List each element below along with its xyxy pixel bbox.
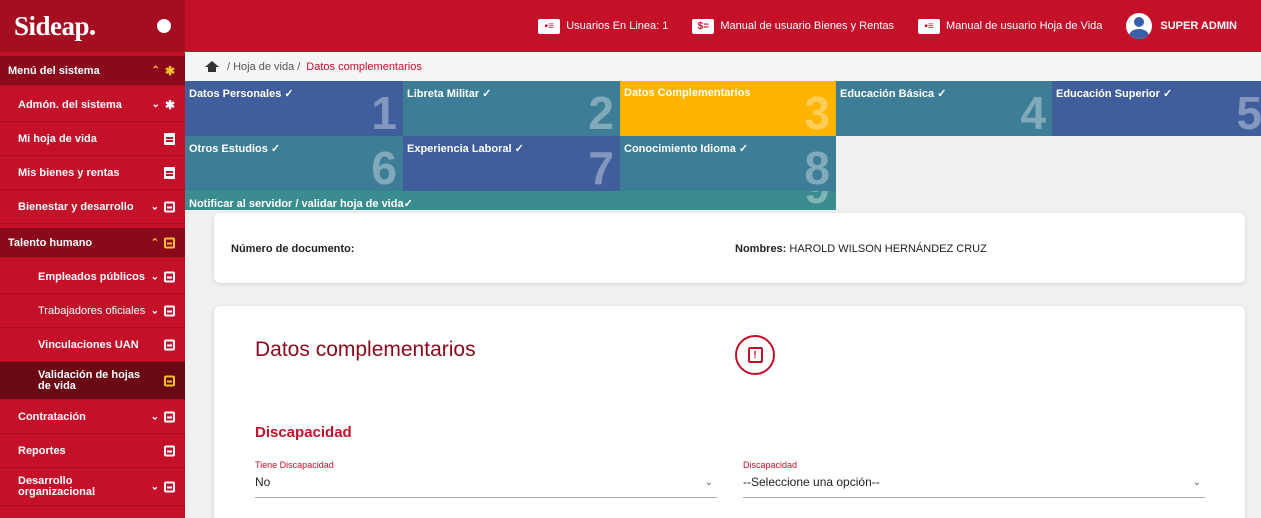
home-icon[interactable] [205,61,219,72]
step-educacion-superior[interactable]: Educación Superior ✓ 5 [1052,81,1261,136]
breadcrumb-current: Datos complementarios [306,60,422,73]
sidebar-item-vinculaciones-uan[interactable]: Vinculaciones UAN [0,328,185,362]
calendar-icon [164,201,175,212]
chevron-down-icon: ⌄ [150,305,159,316]
user-menu[interactable]: SUPER ADMIN [1126,13,1237,39]
sidebar-item-reportes[interactable]: Reportes [0,434,185,468]
step-datos-personales[interactable]: Datos Personales ✓ 1 [185,81,403,136]
section-title-discapacidad: Discapacidad [255,424,352,441]
chevron-down-icon: ⌄ [150,481,159,492]
chevron-down-icon: ⌄ [1192,477,1201,488]
online-users-link[interactable]: ▪≡ Usuarios En Linea: 1 [538,18,668,34]
id-card-icon: ▪≡ [538,18,561,34]
wizard-steps: Datos Personales ✓ 1 Libreta Militar ✓ 2 D… [185,81,1261,210]
document-icon [164,166,175,179]
calendar-icon [164,271,175,282]
step-otros-estudios[interactable]: Otros Estudios ✓ 6 [185,136,403,191]
names-value: HAROLD WILSON HERNÁNDEZ CRUZ [786,243,987,255]
main-content: / Hoja de vida / Datos complementarios D… [185,52,1261,518]
chevron-down-icon: ⌄ [150,271,159,282]
calendar-icon [164,339,175,350]
sidebar-item-empleados-publicos[interactable]: Empleados públicos ⌄ [0,260,185,294]
document-info-card: Número de documento: Nombres: HAROLD WIL… [214,213,1245,283]
chevron-up-icon: ⌃ [150,237,159,248]
chevron-down-icon: ⌄ [704,477,713,488]
sidebar-item-talento-humano[interactable]: Talento humano ⌃ [0,228,185,258]
gear-icon: ✱ [164,97,175,112]
step-datos-complementarios[interactable]: Datos Complementarios 3 [620,81,836,136]
sidebar: Menú del sistema ⌃ ✱ Admón. del sistema ⌄… [0,52,185,518]
breadcrumb-parent[interactable]: Hoja de vida [233,61,294,73]
gear-icon: ✱ [164,63,175,78]
manual-bienes-rentas-link[interactable]: $= Manual de usuario Bienes y Rentas [692,18,894,34]
sidebar-item-contratacion[interactable]: Contratación ⌄ [0,400,185,434]
chevron-down-icon: ⌄ [150,201,159,212]
sidebar-item-admon-sistema[interactable]: Admón. del sistema ⌄ ✱ [0,88,185,122]
avatar [1126,13,1153,39]
calendar-icon [164,237,175,248]
calendar-icon [164,305,175,316]
alert-icon[interactable]: ! [735,335,775,375]
logo[interactable]: Sideap [14,11,96,42]
calendar-icon [164,375,175,386]
page-title: Datos complementarios [255,338,476,361]
top-bar: Sideap ▪≡ Usuarios En Linea: 1 $= Manual… [0,0,1261,52]
step-libreta-militar[interactable]: Libreta Militar ✓ 2 [403,81,620,136]
calendar-icon [164,481,175,492]
money-card-icon: $= [692,18,715,34]
sidebar-item-trabajadores-oficiales[interactable]: Trabajadores oficiales ⌄ [0,294,185,328]
step-experiencia-laboral[interactable]: Experiencia Laboral ✓ 7 [403,136,620,191]
top-nav: ▪≡ Usuarios En Linea: 1 $= Manual de usu… [185,0,1261,52]
document-number-label: Número de documento: [231,243,355,255]
sidebar-toggle-button[interactable] [157,19,171,33]
names-label: Nombres: HAROLD WILSON HERNÁNDEZ CRUZ [735,243,987,255]
sidebar-item-desarrollo-organizacional[interactable]: Desarrollo organizacional ⌄ [0,468,185,506]
step-conocimiento-idioma[interactable]: Conocimiento Idioma ✓ 8 [620,136,836,191]
discapacidad-select[interactable]: Discapacidad --Seleccione una opción-- ⌄ [743,460,1205,498]
calendar-icon [164,445,175,456]
user-name: SUPER ADMIN [1160,20,1237,32]
chevron-down-icon: ⌄ [150,411,159,422]
step-notificar-validar[interactable]: Notificar al servidor / validar hoja de … [185,191,836,210]
sidebar-item-mis-bienes-rentas[interactable]: Mis bienes y rentas [0,156,185,190]
step-educacion-basica[interactable]: Educación Básica ✓ 4 [836,81,1052,136]
id-card-icon: ▪≡ [918,18,941,34]
sidebar-item-mi-hoja-vida[interactable]: Mi hoja de vida [0,122,185,156]
chevron-up-icon: ⌃ [151,65,160,76]
calendar-icon [164,411,175,422]
sidebar-item-validacion-hojas-vida[interactable]: Validación de hojas de vida [0,362,185,400]
breadcrumb: / Hoja de vida / Datos complementarios [185,52,1261,81]
form-card: Datos complementarios ! Discapacidad Tie… [214,306,1245,518]
manual-hoja-vida-link[interactable]: ▪≡ Manual de usuario Hoja de Vida [918,18,1102,34]
sidebar-item-bienestar-desarrollo[interactable]: Bienestar y desarrollo ⌄ [0,190,185,224]
tiene-discapacidad-select[interactable]: Tiene Discapacidad No ⌄ [255,460,717,498]
chevron-down-icon: ⌄ [151,99,160,110]
brand-area: Sideap [0,0,185,52]
sidebar-item-menu-sistema[interactable]: Menú del sistema ⌃ ✱ [0,56,185,86]
document-icon [164,132,175,145]
